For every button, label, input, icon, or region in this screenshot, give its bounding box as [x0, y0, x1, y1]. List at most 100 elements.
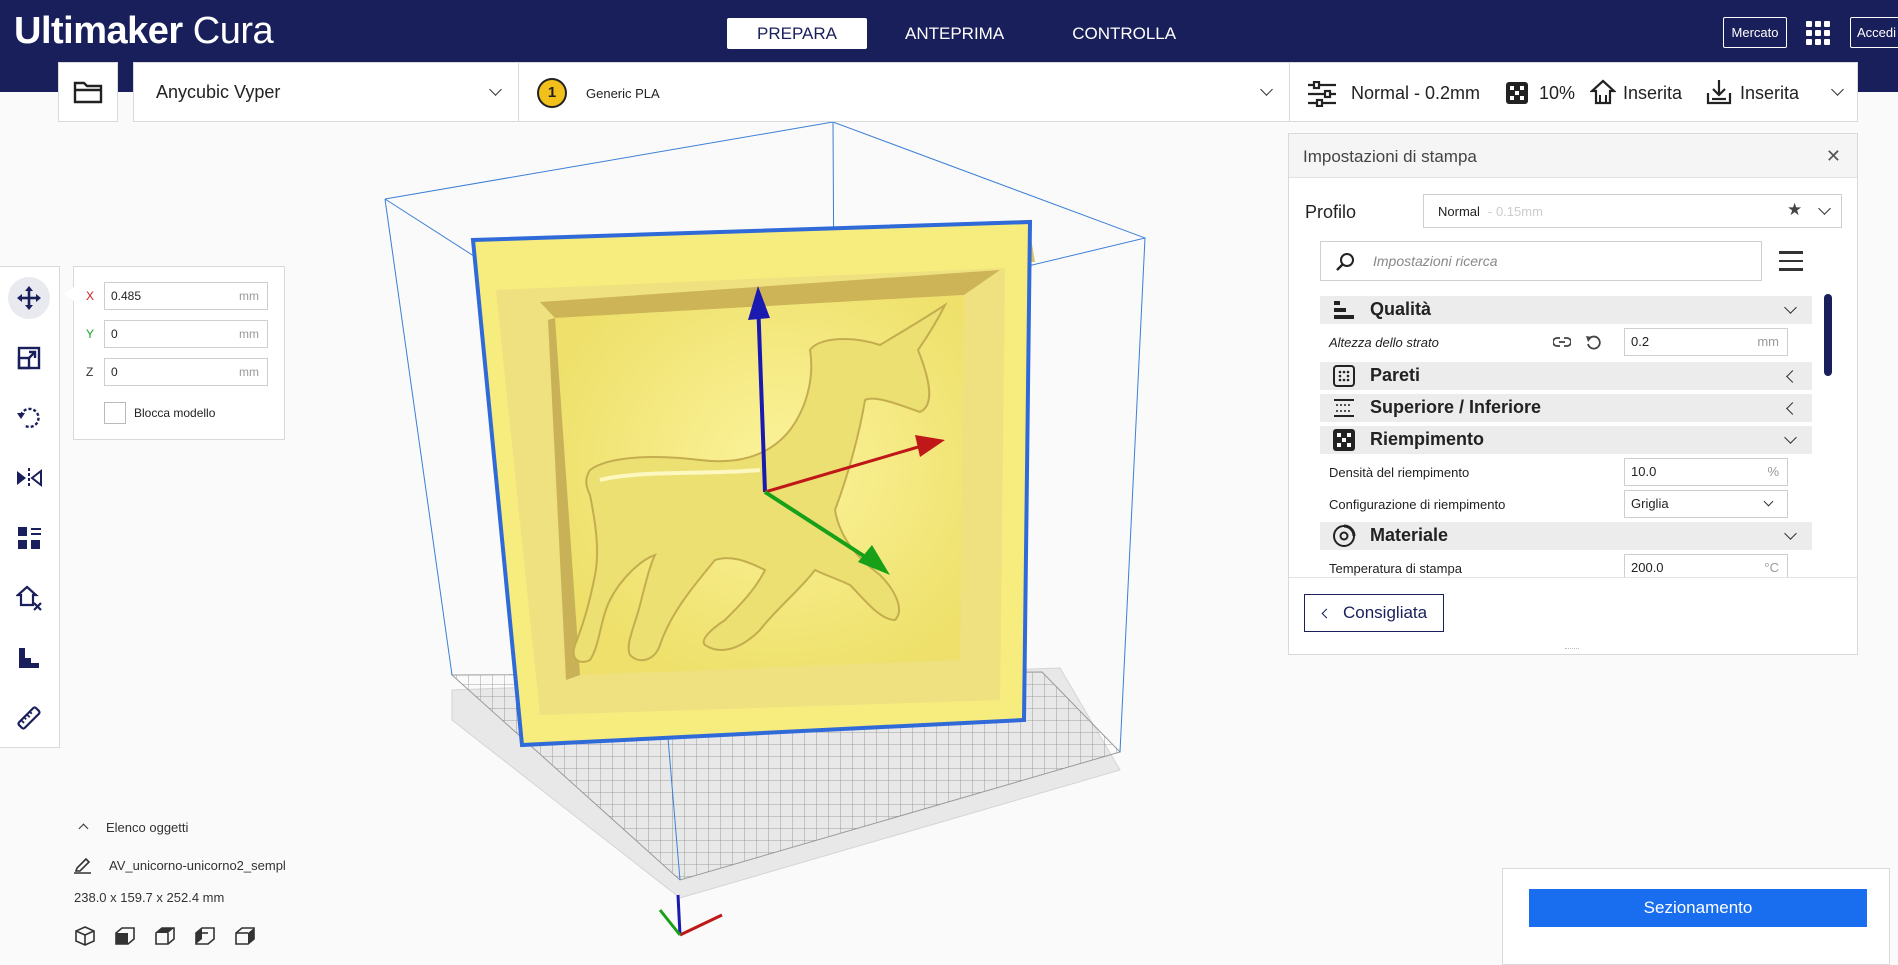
view-left-icon[interactable]: [194, 925, 216, 947]
category-quality[interactable]: Qualità: [1320, 296, 1812, 324]
setting-infill-density: Densità del riempimento 10.0%: [1320, 457, 1812, 487]
model-unicorn-relief[interactable]: [470, 219, 1035, 748]
material-selector[interactable]: 1 Generic PLA: [518, 62, 1290, 122]
lock-model-checkbox[interactable]: [104, 402, 126, 424]
slice-button[interactable]: Sezionamento: [1529, 889, 1867, 927]
resize-handle[interactable]: [1565, 648, 1579, 649]
view-front-icon[interactable]: [114, 925, 136, 947]
chevron-down-icon: [1784, 301, 1797, 314]
y-position-input[interactable]: 0 mm: [104, 320, 268, 348]
per-model-settings-tool[interactable]: [8, 517, 50, 559]
support-blocker-icon: [16, 585, 42, 611]
scale-tool[interactable]: [8, 337, 50, 379]
infill-pattern-select[interactable]: Griglia: [1624, 490, 1788, 518]
category-infill[interactable]: Riempimento: [1320, 426, 1812, 454]
z-axis-label: Z: [86, 365, 94, 379]
tab-monitor[interactable]: CONTROLLA: [1042, 18, 1206, 49]
folder-icon: [73, 81, 103, 104]
stage-tabs: PREPARA ANTEPRIMA CONTROLLA: [727, 18, 1214, 49]
support-icon: [1590, 79, 1616, 105]
chevron-down-icon: [1784, 431, 1797, 444]
view-right-icon[interactable]: [234, 925, 256, 947]
object-name[interactable]: AV_unicorno-unicorno2_sempl: [74, 858, 286, 874]
y-axis-label: Y: [86, 327, 95, 341]
object-dimensions: 238.0 x 159.7 x 252.4 mm: [74, 890, 225, 905]
rotate-tool[interactable]: [8, 397, 50, 439]
view-3d-icon[interactable]: [74, 925, 96, 947]
move-tool-panel: X 0.485 mm Y 0 mm Z 0 mm Blocca modello: [64, 266, 285, 440]
open-file-button[interactable]: [58, 62, 118, 122]
link-icon[interactable]: [1553, 334, 1571, 350]
profile-selector[interactable]: Normal - 0.15mm ★: [1423, 194, 1842, 228]
settings-search-input[interactable]: Impostazioni ricerca: [1320, 241, 1762, 281]
layer-tool[interactable]: [8, 637, 50, 679]
quality-icon: [1334, 301, 1354, 319]
reset-icon[interactable]: [1586, 334, 1602, 350]
adhesion-icon: [1706, 80, 1732, 105]
apps-grid-icon[interactable]: [1806, 21, 1830, 45]
chevron-down-icon: [1818, 202, 1831, 215]
sliders-icon: [1308, 81, 1336, 107]
infill-icon: [1506, 82, 1528, 104]
x-position-input[interactable]: 0.485 mm: [104, 282, 268, 310]
support-blocker-tool[interactable]: [8, 577, 50, 619]
support-summary: Inserita: [1623, 83, 1683, 103]
chevron-down-icon: [489, 83, 502, 96]
category-top-bottom[interactable]: Superiore / Inferiore: [1320, 394, 1812, 422]
per-model-settings-icon: [18, 527, 41, 549]
chevron-down-icon: [1260, 83, 1273, 96]
profile-label: Profilo: [1305, 202, 1357, 222]
measure-tool[interactable]: [8, 697, 50, 739]
tab-preview[interactable]: ANTEPRIMA: [875, 18, 1034, 49]
x-axis-label: X: [86, 289, 95, 303]
infill-summary: 10%: [1539, 83, 1576, 103]
app-logo: Ultimaker Cura: [14, 10, 274, 52]
panel-title: Impostazioni di stampa: [1303, 147, 1477, 166]
rotate-icon: [17, 407, 40, 429]
print-settings-summary[interactable]: Normal - 0.2mm 10% Inserita Inserita: [1289, 62, 1858, 122]
layer-height-input[interactable]: 0.2 mm: [1624, 328, 1788, 356]
pencil-icon: [74, 858, 91, 874]
extruder-badge: 1: [537, 78, 567, 108]
star-icon[interactable]: ★: [1787, 200, 1802, 220]
setting-infill-pattern: Configurazione di riempimento Griglia: [1320, 489, 1812, 519]
recommended-mode-button[interactable]: Consigliata: [1304, 594, 1444, 632]
ruler-icon: [17, 706, 41, 730]
top-bottom-icon: [1334, 399, 1354, 417]
settings-visibility-menu-icon[interactable]: [1779, 251, 1803, 277]
marketplace-button[interactable]: Mercato: [1723, 17, 1787, 48]
chevron-down-icon: [1784, 527, 1797, 540]
material-name: Generic PLA: [586, 86, 660, 101]
printer-selector[interactable]: Anycubic Vyper: [133, 62, 519, 122]
object-list-toggle[interactable]: Elenco oggetti: [74, 820, 188, 835]
layers-icon: [19, 648, 39, 668]
camera-view-buttons: [74, 925, 256, 947]
print-temperature-input[interactable]: 200.0 °C: [1624, 554, 1788, 577]
infill-icon: [1333, 429, 1355, 451]
chevron-left-icon: [1786, 370, 1799, 383]
mirror-icon: [17, 468, 42, 488]
adhesion-summary: Inserita: [1740, 83, 1800, 103]
origin-axes: [658, 894, 723, 937]
close-icon[interactable]: ✕: [1826, 146, 1841, 167]
login-button[interactable]: Accedi: [1850, 17, 1898, 48]
settings-scrollbar[interactable]: [1824, 294, 1832, 376]
tool-bar: [0, 266, 60, 748]
chevron-down-icon: [1763, 496, 1774, 507]
infill-density-input[interactable]: 10.0%: [1624, 458, 1788, 486]
mirror-tool[interactable]: [8, 457, 50, 499]
action-panel: Sezionamento: [1502, 868, 1890, 965]
view-top-icon[interactable]: [154, 925, 176, 947]
category-material[interactable]: Materiale: [1320, 522, 1812, 550]
walls-icon: [1333, 365, 1355, 387]
chevron-left-icon: [1786, 402, 1799, 415]
category-walls[interactable]: Pareti: [1320, 362, 1812, 390]
move-icon: [17, 286, 41, 310]
z-position-input[interactable]: 0 mm: [104, 358, 268, 386]
move-tool[interactable]: [8, 277, 50, 319]
chevron-up-icon: [78, 823, 89, 834]
scale-icon: [17, 346, 41, 370]
print-settings-panel: Impostazioni di stampa ✕ Profilo Normal …: [1288, 133, 1858, 655]
chevron-down-icon: [1831, 83, 1844, 96]
tab-prepare[interactable]: PREPARA: [727, 18, 867, 49]
